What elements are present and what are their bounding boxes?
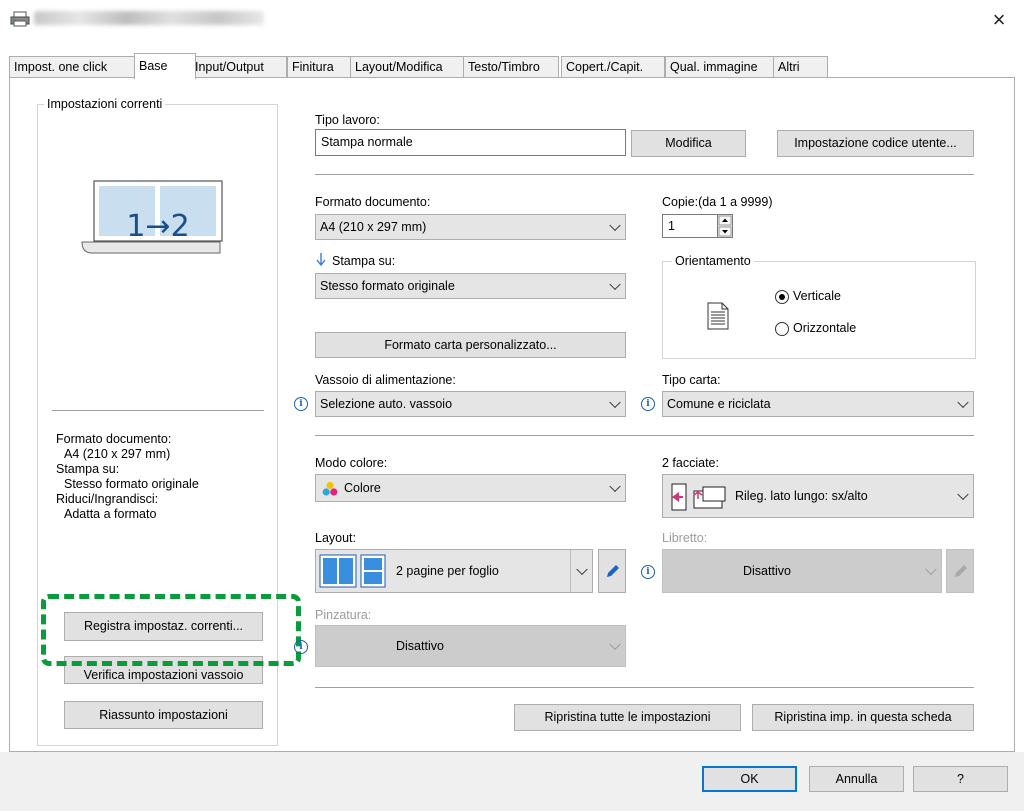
tray-select[interactable]: Selezione auto. vassoio xyxy=(315,391,626,417)
chevron-down-icon xyxy=(576,563,588,576)
portrait-document-icon xyxy=(707,302,729,330)
tab-input-output[interactable]: Input/Output xyxy=(190,56,287,78)
portrait-label: Verticale xyxy=(793,289,841,303)
tab-base[interactable]: Base xyxy=(134,53,196,79)
title-bar: × xyxy=(0,0,1024,40)
copies-input[interactable]: 1 xyxy=(662,214,718,238)
custom-paper-size-button[interactable]: Formato carta personalizzato... xyxy=(315,332,626,358)
tab-copert-capit[interactable]: Copert./Capit. xyxy=(561,56,665,78)
layout-preview-image: 1→2 xyxy=(81,180,223,254)
chevron-down-icon xyxy=(609,638,621,651)
highlight-dashed-frame xyxy=(41,594,301,666)
tab-layout-modifica[interactable]: Layout/Modifica xyxy=(350,56,465,78)
landscape-label: Orizzontale xyxy=(793,321,857,335)
pencil-icon xyxy=(607,565,619,577)
booklet-value: Disattivo xyxy=(743,564,791,578)
color-mode-value: Colore xyxy=(344,481,381,495)
chevron-down-icon xyxy=(609,278,621,291)
booklet-select[interactable]: Disattivo xyxy=(662,549,942,593)
tab-testo-timbro[interactable]: Testo/Timbro xyxy=(463,56,559,78)
info-icon: i xyxy=(294,397,308,411)
tab-qual-immagine[interactable]: Qual. immagine xyxy=(665,56,775,78)
duplex-label: 2 facciate: xyxy=(662,456,719,470)
info-icon: i xyxy=(641,565,655,579)
booklet-label: Libretto: xyxy=(662,531,708,545)
modify-button[interactable]: Modifica xyxy=(631,130,746,157)
tab-altri[interactable]: Altri xyxy=(773,56,828,78)
color-mode-label: Modo colore: xyxy=(315,456,388,470)
job-type-label: Tipo lavoro: xyxy=(315,113,380,127)
tab-finitura[interactable]: Finitura xyxy=(287,56,352,78)
chevron-down-icon xyxy=(925,563,937,576)
summary-line-1: Formato documento: xyxy=(56,432,172,446)
tray-value: Selezione auto. vassoio xyxy=(320,397,453,411)
preview-text: 1→2 xyxy=(126,209,189,244)
summary-line-6: Adatta a formato xyxy=(64,507,157,521)
tray-label: Vassoio di alimentazione: xyxy=(315,373,456,387)
color-dots-icon xyxy=(322,481,338,496)
staple-label: Pinzatura: xyxy=(315,608,372,622)
help-button[interactable]: ? xyxy=(913,766,1008,792)
settings-summary-button[interactable]: Riassunto impostazioni xyxy=(64,701,263,729)
summary-line-3: Stampa su: xyxy=(56,462,120,476)
summary-line-4: Stesso formato originale xyxy=(64,477,199,491)
print-on-value: Stesso formato originale xyxy=(320,279,455,293)
layout-value: 2 pagine per foglio xyxy=(396,564,499,578)
divider-3 xyxy=(315,687,974,688)
printer-icon xyxy=(10,11,30,27)
summary-line-2: A4 (210 x 297 mm) xyxy=(64,447,171,461)
doc-format-select[interactable]: A4 (210 x 297 mm) xyxy=(315,214,626,240)
duplex-long-edge-icon xyxy=(671,483,726,511)
chevron-down-icon xyxy=(609,219,621,232)
print-on-label: Stampa su: xyxy=(332,254,396,268)
cancel-button[interactable]: Annulla xyxy=(809,766,904,792)
orientation-title: Orientamento xyxy=(672,254,754,268)
divider-2 xyxy=(315,435,974,436)
doc-format-value: A4 (210 x 297 mm) xyxy=(320,220,427,234)
staple-select[interactable]: Disattivo xyxy=(315,625,626,667)
chevron-down-icon xyxy=(609,480,621,493)
window-title-blurred xyxy=(34,11,264,25)
combo-separator xyxy=(570,550,571,592)
doc-format-label: Formato documento: xyxy=(315,195,431,209)
duplex-select[interactable]: Rileg. lato lungo: sx/alto xyxy=(662,474,974,518)
pencil-icon xyxy=(955,565,967,577)
two-pages-per-sheet-icon xyxy=(319,554,386,588)
paper-type-value: Comune e riciclata xyxy=(667,397,771,411)
chevron-down-icon xyxy=(957,488,969,501)
paper-type-select[interactable]: Comune e riciclata xyxy=(662,391,974,417)
copies-spinner[interactable] xyxy=(717,214,733,238)
portrait-radio[interactable] xyxy=(775,290,789,304)
layout-label: Layout: xyxy=(315,531,357,545)
left-divider xyxy=(52,410,264,411)
tab-one-click[interactable]: Impost. one click xyxy=(9,56,139,78)
landscape-radio[interactable] xyxy=(775,322,789,336)
copies-label: Copie:(da 1 a 9999) xyxy=(662,195,773,209)
close-button[interactable]: × xyxy=(984,6,1014,34)
chevron-down-icon xyxy=(609,396,621,409)
restore-all-button[interactable]: Ripristina tutte le impostazioni xyxy=(514,704,741,731)
user-code-button[interactable]: Impostazione codice utente... xyxy=(777,130,974,157)
color-mode-select[interactable]: Colore xyxy=(315,474,626,502)
restore-tab-button[interactable]: Ripristina imp. in questa scheda xyxy=(752,704,974,731)
job-type-field[interactable]: Stampa normale xyxy=(315,129,626,156)
layout-select[interactable]: 2 pagine per foglio xyxy=(315,549,593,593)
info-icon: i xyxy=(294,640,308,654)
divider-1 xyxy=(315,174,974,175)
booklet-edit-button[interactable] xyxy=(946,549,974,593)
paper-type-label: Tipo carta: xyxy=(662,373,721,387)
arrow-down-icon xyxy=(316,253,326,267)
info-icon: i xyxy=(641,397,655,411)
summary-line-5: Riduci/Ingrandisci: xyxy=(56,492,159,506)
print-on-select[interactable]: Stesso formato originale xyxy=(315,273,626,299)
ok-button[interactable]: OK xyxy=(702,766,797,792)
duplex-value: Rileg. lato lungo: sx/alto xyxy=(735,489,868,503)
staple-value: Disattivo xyxy=(396,639,444,653)
layout-edit-button[interactable] xyxy=(598,549,626,593)
chevron-down-icon xyxy=(957,396,969,409)
current-settings-title: Impostazioni correnti xyxy=(44,97,166,111)
